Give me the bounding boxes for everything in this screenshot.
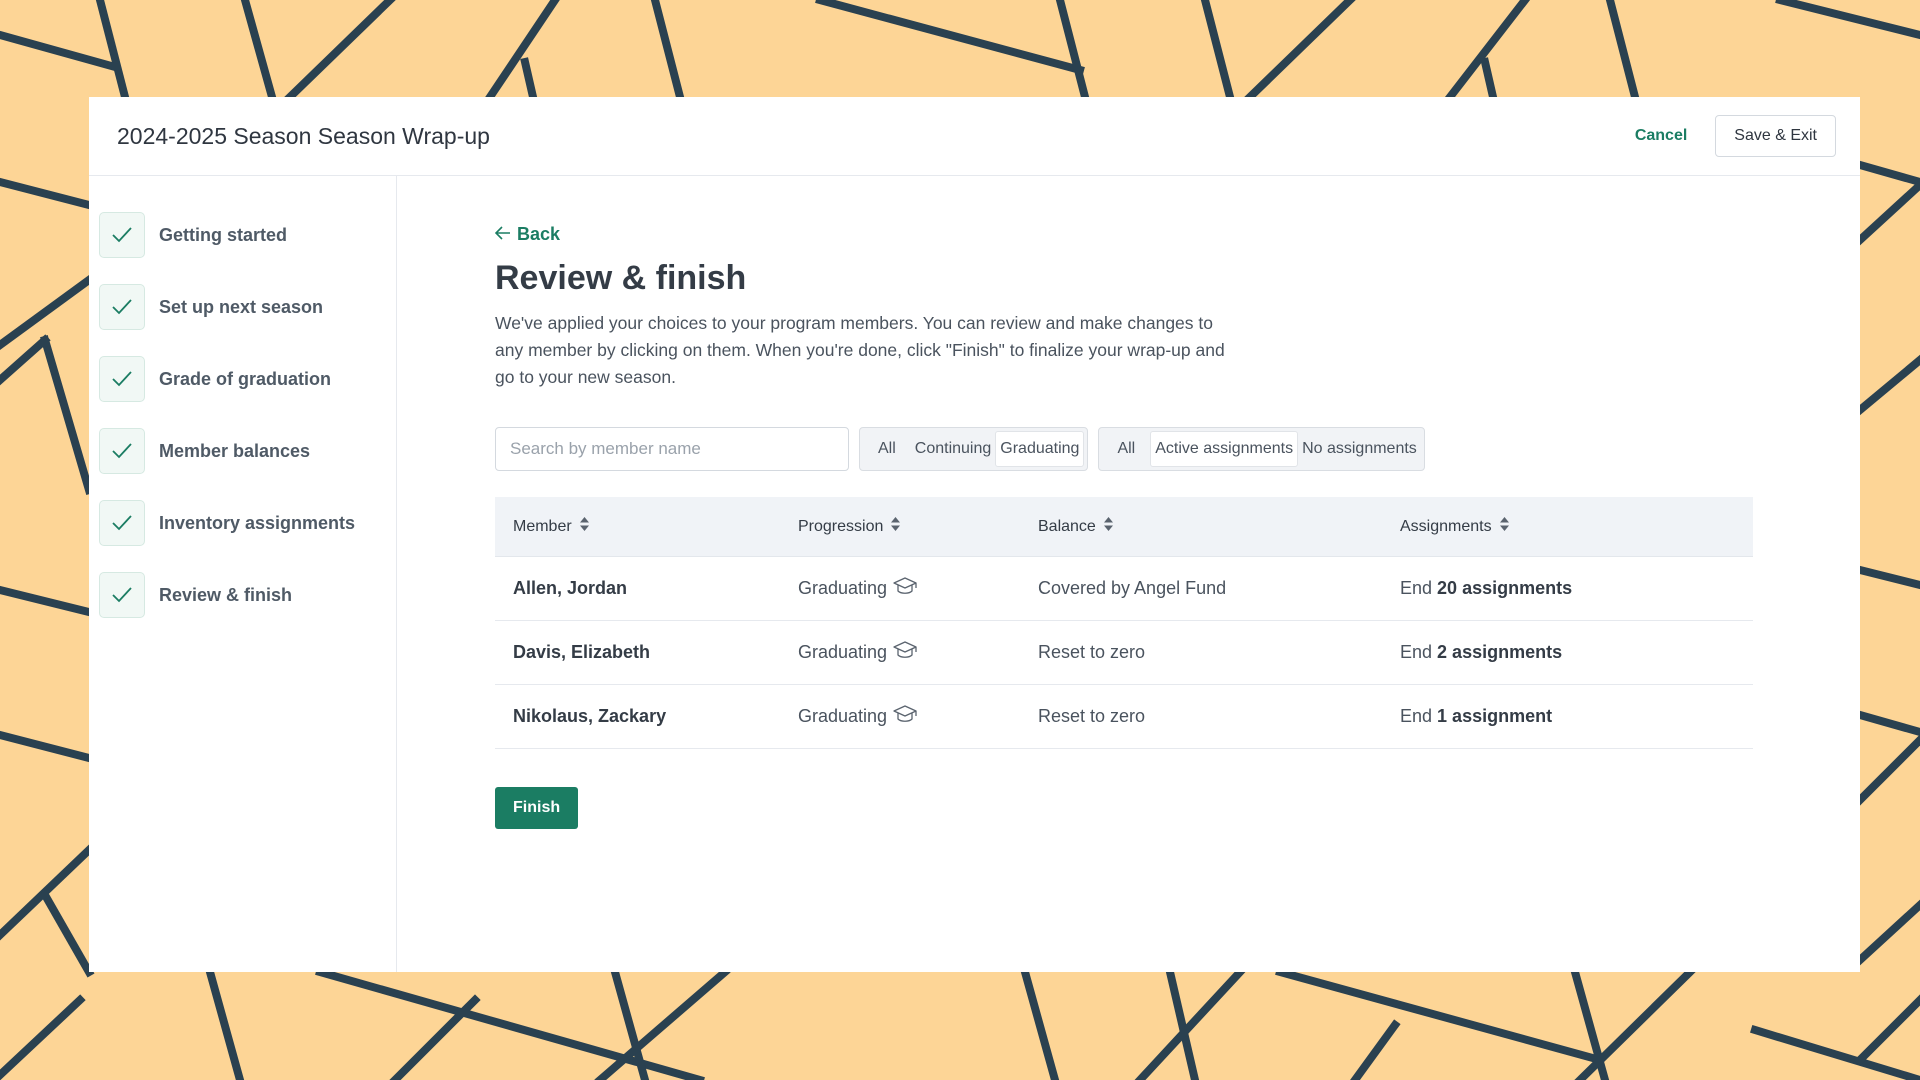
table-row[interactable]: Nikolaus, Zackary Graduating Reset to ze… xyxy=(495,685,1753,749)
sort-icon xyxy=(1103,517,1113,536)
step-label: Set up next season xyxy=(159,296,324,317)
check-icon xyxy=(99,212,145,258)
balance-cell: Covered by Angel Fund xyxy=(1038,578,1227,598)
filter-bar: All Continuing Graduating All Active ass… xyxy=(495,427,1860,471)
assignment-filter-none[interactable]: No assignments xyxy=(1298,431,1421,467)
progression-text: Graduating xyxy=(798,642,888,662)
assignments-count: 1 assignment xyxy=(1437,706,1553,726)
balance-cell: Reset to zero xyxy=(1038,642,1146,662)
step-set-up-next-season[interactable]: Set up next season xyxy=(99,284,396,330)
column-label: Balance xyxy=(1038,517,1096,535)
sort-icon xyxy=(579,517,589,536)
assignments-cell: End 1 assignment xyxy=(1400,706,1753,727)
assignments-prefix: End xyxy=(1400,706,1433,726)
modal-header: 2024-2025 Season Season Wrap-up Cancel S… xyxy=(89,97,1860,176)
check-icon xyxy=(99,284,145,330)
progression-cell: Graduating xyxy=(798,640,1038,665)
back-link[interactable]: Back xyxy=(494,224,561,245)
main-content: Back Review & finish We've applied your … xyxy=(397,176,1860,972)
members-table: Member Progression Balance Assignments A… xyxy=(495,497,1753,749)
step-inventory-assignments[interactable]: Inventory assignments xyxy=(99,500,396,546)
check-icon xyxy=(99,500,145,546)
cancel-button[interactable]: Cancel xyxy=(1635,127,1687,145)
modal-body: Getting started Set up next season Grade… xyxy=(89,176,1860,972)
step-label: Inventory assignments xyxy=(159,512,356,533)
assignments-prefix: End xyxy=(1400,578,1433,598)
back-label: Back xyxy=(517,224,561,244)
member-name: Davis, Elizabeth xyxy=(513,642,651,662)
step-label: Getting started xyxy=(159,224,288,245)
wrap-up-modal: 2024-2025 Season Season Wrap-up Cancel S… xyxy=(89,97,1860,972)
modal-title: 2024-2025 Season Season Wrap-up xyxy=(117,122,490,149)
column-header-progression[interactable]: Progression xyxy=(798,517,1038,536)
step-label: Grade of graduation xyxy=(159,368,332,389)
page-title: Review & finish xyxy=(495,259,747,297)
step-getting-started[interactable]: Getting started xyxy=(99,212,396,258)
column-label: Assignments xyxy=(1400,517,1492,535)
progression-text: Graduating xyxy=(798,706,888,726)
assignment-filter-active[interactable]: Active assignments xyxy=(1150,431,1299,467)
graduation-cap-icon xyxy=(893,576,917,601)
check-icon xyxy=(99,572,145,618)
steps-sidebar: Getting started Set up next season Grade… xyxy=(89,176,397,972)
column-label: Progression xyxy=(798,517,884,535)
step-label: Member balances xyxy=(159,440,311,461)
member-name: Allen, Jordan xyxy=(513,578,628,598)
assignment-filter-all[interactable]: All xyxy=(1102,431,1150,467)
assignments-cell: End 2 assignments xyxy=(1400,642,1753,663)
progression-filter-all[interactable]: All xyxy=(863,431,911,467)
assignments-count: 20 assignments xyxy=(1437,578,1573,598)
sort-icon xyxy=(891,517,901,536)
graduation-cap-icon xyxy=(893,640,917,665)
search-input[interactable] xyxy=(495,427,849,471)
table-row[interactable]: Davis, Elizabeth Graduating Reset to zer… xyxy=(495,621,1753,685)
finish-button[interactable]: Finish xyxy=(495,787,579,829)
check-icon xyxy=(99,356,145,402)
graduation-cap-icon xyxy=(893,704,917,729)
step-grade-of-graduation[interactable]: Grade of graduation xyxy=(99,356,396,402)
assignment-filter: All Active assignments No assignments xyxy=(1098,427,1425,471)
column-label: Member xyxy=(513,517,572,535)
assignments-cell: End 20 assignments xyxy=(1400,578,1753,599)
progression-filter-graduating[interactable]: Graduating xyxy=(995,431,1085,467)
column-header-balance[interactable]: Balance xyxy=(1038,517,1400,536)
step-label: Review & finish xyxy=(159,584,293,605)
step-review-finish[interactable]: Review & finish xyxy=(99,572,396,618)
header-actions: Cancel Save & Exit xyxy=(1635,115,1836,157)
column-header-member[interactable]: Member xyxy=(495,517,798,536)
progression-filter-continuing[interactable]: Continuing xyxy=(911,431,996,467)
progression-cell: Graduating xyxy=(798,704,1038,729)
balance-cell: Reset to zero xyxy=(1038,706,1146,726)
assignments-count: 2 assignments xyxy=(1437,642,1563,662)
step-member-balances[interactable]: Member balances xyxy=(99,428,396,474)
progression-text: Graduating xyxy=(798,578,888,598)
arrow-left-icon xyxy=(494,224,511,245)
table-row[interactable]: Allen, Jordan Graduating Covered by Ange… xyxy=(495,557,1753,621)
check-icon xyxy=(99,428,145,474)
assignments-prefix: End xyxy=(1400,642,1433,662)
save-exit-button[interactable]: Save & Exit xyxy=(1715,115,1836,157)
table-header: Member Progression Balance Assignments xyxy=(495,497,1753,557)
column-header-assignments[interactable]: Assignments xyxy=(1400,517,1753,536)
member-name: Nikolaus, Zackary xyxy=(513,706,667,726)
progression-filter: All Continuing Graduating xyxy=(859,427,1089,471)
sort-icon xyxy=(1499,517,1509,536)
page-description: We've applied your choices to your progr… xyxy=(495,313,1225,387)
progression-cell: Graduating xyxy=(798,576,1038,601)
